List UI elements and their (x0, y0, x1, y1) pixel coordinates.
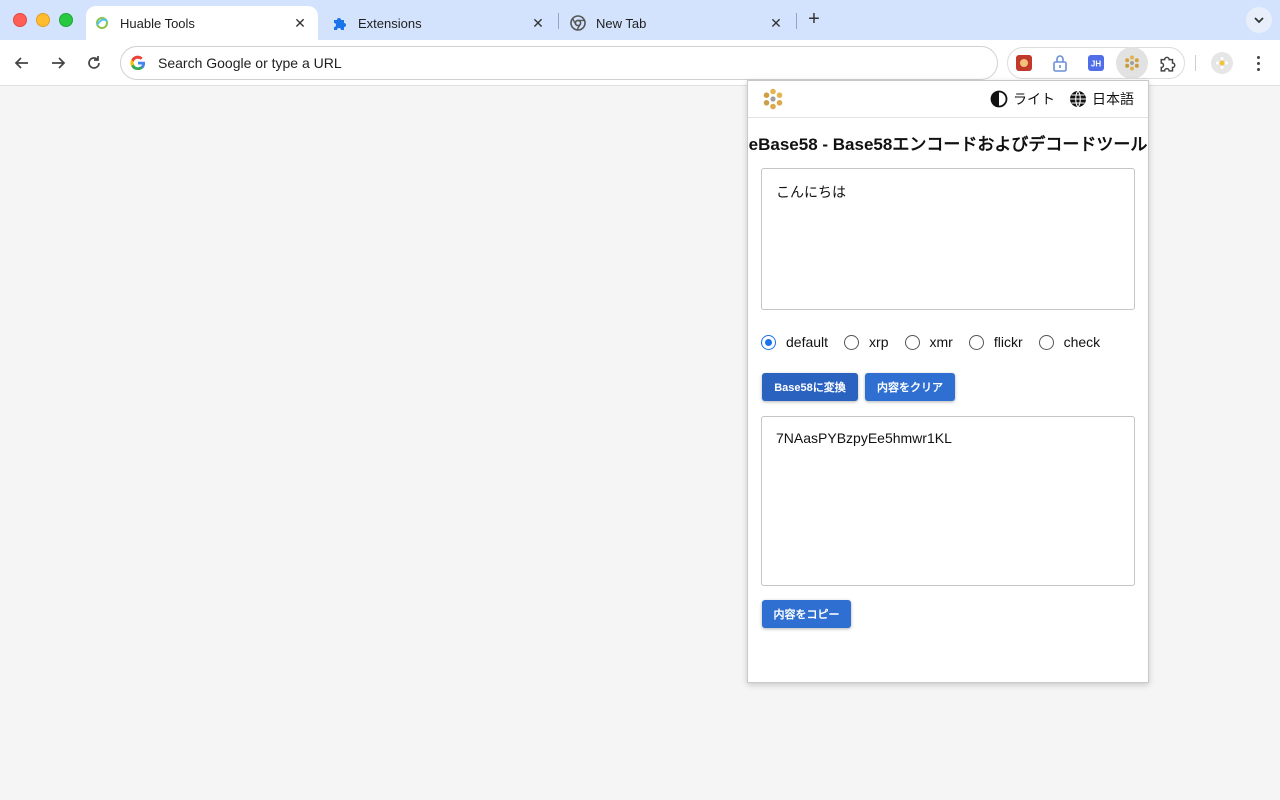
tab-strip: Huable Tools ✕ Extensions ✕ New Tab ✕ + (0, 0, 1280, 40)
output-textarea[interactable]: 7NAasPYBzpyEe5hmwr1KL (761, 416, 1135, 586)
radio-button[interactable] (968, 334, 984, 350)
tab-huable-tools[interactable]: Huable Tools ✕ (86, 6, 318, 40)
back-button[interactable] (10, 51, 34, 75)
extensions-menu-button[interactable] (1156, 51, 1180, 75)
tab-extensions[interactable]: Extensions ✕ (324, 6, 556, 40)
radio-label: flickr (993, 334, 1023, 350)
alphabet-radio-group: default xrp xmr flickr check (761, 332, 1116, 352)
tab-new-tab[interactable]: New Tab ✕ (562, 6, 794, 40)
huable-flower-icon (1125, 55, 1139, 71)
close-icon[interactable]: ✕ (528, 13, 548, 33)
menu-dot (1256, 67, 1260, 71)
new-tab-button[interactable]: + (803, 9, 825, 31)
tab-search-button[interactable] (1246, 7, 1272, 33)
theme-label: ライト (1013, 91, 1055, 107)
address-bar[interactable]: Search Google or type a URL (120, 46, 998, 80)
radio-flickr[interactable]: flickr (968, 334, 1023, 350)
close-icon[interactable]: ✕ (290, 13, 310, 33)
language-toggle[interactable]: 日本語 (1069, 89, 1134, 109)
extension-jh-icon[interactable]: JH (1084, 51, 1108, 75)
popup-header: ライト 日本語 (748, 81, 1148, 118)
tab-title: Extensions (358, 15, 422, 31)
puzzle-icon (332, 15, 348, 31)
avatar-flower-icon (1215, 56, 1229, 70)
reload-button[interactable] (82, 51, 106, 75)
close-window-button[interactable] (13, 13, 27, 27)
menu-dot (1256, 61, 1260, 65)
radio-button[interactable] (844, 334, 860, 350)
close-icon[interactable]: ✕ (766, 13, 786, 33)
ebase58-popup: ライト 日本語 eBase58 - Base58エンコードおよびデコードツール … (747, 80, 1149, 683)
google-icon (130, 55, 146, 71)
puzzle-icon (1160, 56, 1176, 72)
radio-xmr[interactable]: xmr (904, 334, 953, 350)
popup-title: eBase58 - Base58エンコードおよびデコードツール (748, 135, 1148, 154)
omnibox-placeholder: Search Google or type a URL (158, 55, 342, 71)
huable-logo-icon (763, 88, 783, 110)
browser-menu-button[interactable] (1250, 52, 1266, 74)
tab-divider (796, 13, 797, 29)
extension-red-icon[interactable] (1012, 51, 1036, 75)
radio-default[interactable]: default (761, 334, 828, 350)
huable-extension-button[interactable] (1116, 47, 1148, 79)
radio-label: xmr (929, 334, 953, 350)
radio-button[interactable] (1038, 334, 1054, 350)
radio-label: default (786, 334, 829, 350)
clear-button[interactable]: 内容をクリア (865, 373, 955, 401)
arrow-right-icon (52, 57, 66, 69)
minimize-window-button[interactable] (36, 13, 50, 27)
theme-toggle[interactable]: ライト (990, 89, 1055, 109)
chrome-icon (570, 15, 586, 31)
tab-title: New Tab (596, 15, 647, 31)
chevron-down-icon (1254, 17, 1264, 24)
toolbar-divider (1195, 55, 1196, 71)
copy-button[interactable]: 内容をコピー (762, 600, 851, 628)
language-label: 日本語 (1092, 91, 1134, 107)
tab-divider (558, 13, 559, 29)
huable-icon (94, 15, 110, 31)
reload-icon (88, 56, 100, 69)
menu-dot (1256, 55, 1260, 59)
radio-label: xrp (869, 334, 889, 350)
svg-text:JH: JH (1091, 60, 1101, 69)
arrow-left-icon (14, 57, 28, 69)
radio-xrp[interactable]: xrp (844, 334, 889, 350)
maximize-window-button[interactable] (59, 13, 73, 27)
convert-button[interactable]: Base58に変換 (762, 373, 858, 401)
radio-button[interactable] (904, 334, 920, 350)
radio-button[interactable] (761, 334, 776, 350)
tab-title: Huable Tools (120, 15, 195, 31)
radio-label: check (1063, 334, 1101, 350)
contrast-icon (990, 90, 1008, 108)
extension-lock-icon[interactable] (1048, 51, 1072, 75)
profile-avatar[interactable] (1211, 52, 1233, 74)
forward-button[interactable] (46, 51, 70, 75)
input-textarea[interactable]: こんにちは (761, 168, 1135, 310)
radio-check[interactable]: check (1038, 334, 1101, 350)
globe-icon (1070, 90, 1086, 108)
